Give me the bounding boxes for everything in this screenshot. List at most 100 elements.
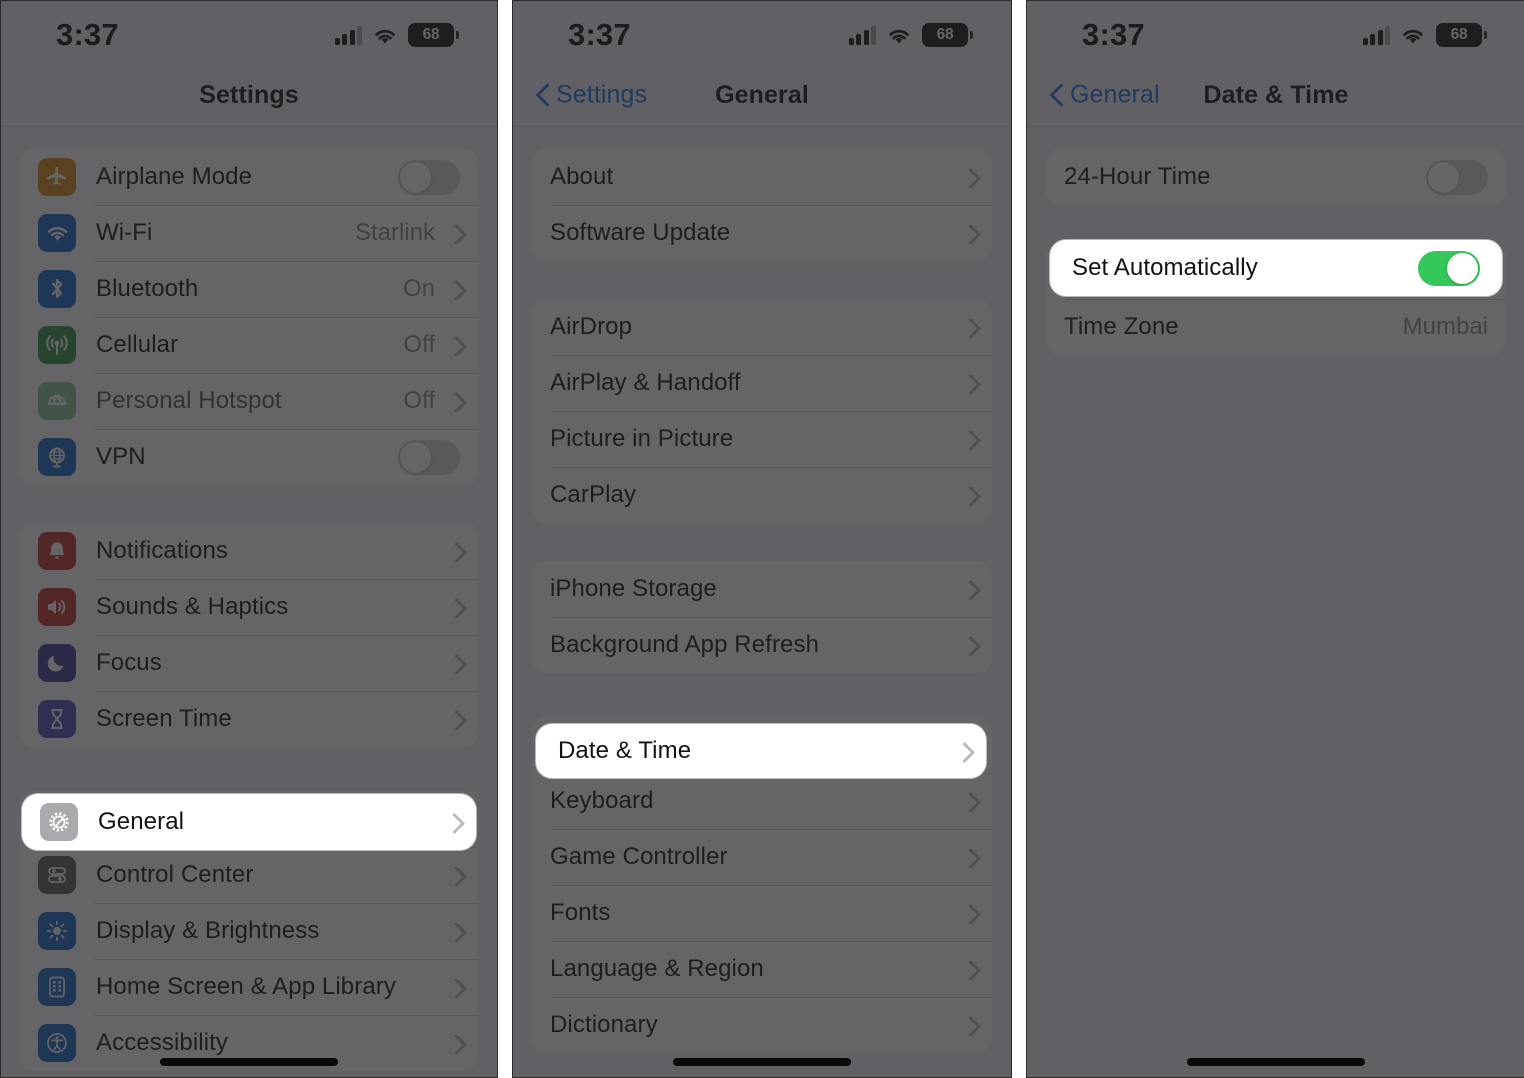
three-panel-screenshot: 3:37 68 Settings Airplane Mode Wi-Fi Sta… <box>0 0 1524 1078</box>
speaker-icon <box>38 588 76 626</box>
row-value: Off <box>403 387 435 414</box>
row-label: Sounds & Haptics <box>96 593 289 620</box>
list-item-iphone-storage[interactable]: iPhone Storage <box>532 561 992 617</box>
status-bar-icons: 68 <box>334 17 459 47</box>
chevron-right-icon <box>449 1034 460 1053</box>
chevron-right-icon <box>963 168 974 187</box>
gear-icon <box>40 803 78 841</box>
row-label: Time Zone <box>1064 313 1179 340</box>
status-bar-icons: 68 <box>848 17 973 47</box>
sidebar-item-control-center[interactable]: Control Center <box>20 847 478 903</box>
sidebar-item-personal-hotspot[interactable]: Personal Hotspot Off <box>20 373 478 429</box>
nav-bar: Settings General <box>512 64 1012 126</box>
bluetooth-icon <box>38 270 76 308</box>
general-group-storage: iPhone Storage Background App Refresh <box>532 561 992 673</box>
sidebar-item-focus[interactable]: Focus <box>20 635 478 691</box>
home-indicator <box>673 1058 851 1066</box>
battery-icon: 68 <box>1436 23 1487 47</box>
list-item-about[interactable]: About <box>532 149 992 205</box>
status-bar: 3:37 68 <box>1026 0 1524 64</box>
sidebar-item-notifications[interactable]: Notifications <box>20 523 478 579</box>
sidebar-item-display-brightness[interactable]: Display & Brightness <box>20 903 478 959</box>
sidebar-item-wifi[interactable]: Wi-Fi Starlink <box>20 205 478 261</box>
row-label: Notifications <box>96 537 229 564</box>
panel-settings: 3:37 68 Settings Airplane Mode Wi-Fi Sta… <box>0 0 498 1078</box>
highlight-card-set-automatically[interactable]: Set Automatically <box>1050 240 1502 296</box>
row-label: Airplane Mode <box>96 163 253 190</box>
row-label: AirDrop <box>550 313 633 340</box>
list-item-carplay[interactable]: CarPlay <box>532 467 992 523</box>
list-item-time-zone[interactable]: Time Zone Mumbai <box>1046 299 1506 355</box>
set-automatically-toggle-highlighted[interactable] <box>1418 250 1480 286</box>
brightness-icon <box>38 912 76 950</box>
row-label: Focus <box>96 649 162 676</box>
home-indicator <box>1187 1058 1365 1066</box>
status-bar: 3:37 68 <box>512 0 1012 64</box>
list-item-airdrop[interactable]: AirDrop <box>532 299 992 355</box>
status-bar-icons: 68 <box>1362 17 1487 47</box>
list-item-background-app-refresh[interactable]: Background App Refresh <box>532 617 992 673</box>
row-value: Starlink <box>354 219 435 246</box>
row-label: Bluetooth <box>96 275 199 302</box>
chevron-right-icon <box>449 922 460 941</box>
row-label: Language & Region <box>550 955 764 982</box>
general-list[interactable]: About Software Update AirDrop AirPlay & … <box>512 127 1012 1053</box>
sidebar-item-airplane-mode[interactable]: Airplane Mode <box>20 149 478 205</box>
sidebar-item-screen-time[interactable]: Screen Time <box>20 691 478 747</box>
chevron-right-icon <box>963 960 974 979</box>
vpn-toggle[interactable] <box>398 439 460 475</box>
row-label: Personal Hotspot <box>96 387 282 414</box>
home-screen-icon <box>38 968 76 1006</box>
chevron-right-icon <box>449 978 460 997</box>
sidebar-item-cellular[interactable]: Cellular Off <box>20 317 478 373</box>
row-label: Software Update <box>550 219 731 246</box>
list-item-software-update[interactable]: Software Update <box>532 205 992 261</box>
row-label: Fonts <box>550 899 611 926</box>
wifi-icon <box>886 26 912 45</box>
back-button-settings[interactable]: Settings <box>536 81 647 110</box>
sidebar-item-home-screen[interactable]: Home Screen & App Library <box>20 959 478 1015</box>
row-value: Off <box>403 331 435 358</box>
row-label: 24-Hour Time <box>1064 163 1211 190</box>
list-item-picture-in-picture[interactable]: Picture in Picture <box>532 411 992 467</box>
24-hour-time-toggle[interactable] <box>1426 159 1488 195</box>
chevron-left-icon <box>1050 84 1063 107</box>
row-label: Home Screen & App Library <box>96 973 396 1000</box>
list-item-airplay-handoff[interactable]: AirPlay & Handoff <box>532 355 992 411</box>
chevron-right-icon <box>963 580 974 599</box>
page-title: Date & Time <box>1203 80 1349 109</box>
nav-bar: Settings <box>0 64 498 126</box>
sidebar-item-vpn[interactable]: VPN <box>20 429 478 485</box>
sidebar-item-sounds-haptics[interactable]: Sounds & Haptics <box>20 579 478 635</box>
chevron-right-icon <box>963 374 974 393</box>
airplane-mode-toggle[interactable] <box>398 159 460 195</box>
row-label: Dictionary <box>550 1011 658 1038</box>
row-label: Cellular <box>96 331 179 358</box>
chevron-right-icon <box>449 542 460 561</box>
list-item-fonts[interactable]: Fonts <box>532 885 992 941</box>
cellular-bars-icon <box>334 25 362 45</box>
panel-date-time: 3:37 68 General Date & Time 24-Hour Time <box>1026 0 1524 1078</box>
sidebar-item-bluetooth[interactable]: Bluetooth On <box>20 261 478 317</box>
chevron-right-icon <box>449 280 460 299</box>
highlight-card-date-time[interactable]: Date & Time <box>536 724 986 778</box>
hotspot-icon <box>38 382 76 420</box>
chevron-right-icon <box>449 654 460 673</box>
list-item-game-controller[interactable]: Game Controller <box>532 829 992 885</box>
list-item-24-hour-time[interactable]: 24-Hour Time <box>1046 149 1506 205</box>
home-indicator <box>160 1058 338 1066</box>
highlight-card-general[interactable]: General <box>22 794 476 850</box>
settings-list[interactable]: Airplane Mode Wi-Fi Starlink Bluetooth O… <box>0 127 498 1071</box>
back-button-general[interactable]: General <box>1050 81 1160 110</box>
chevron-right-icon <box>449 336 460 355</box>
date-time-group-format: 24-Hour Time <box>1046 149 1506 205</box>
battery-icon: 68 <box>922 23 973 47</box>
row-label: Background App Refresh <box>550 631 820 658</box>
status-bar-time: 3:37 <box>1082 17 1145 52</box>
list-item-language-region[interactable]: Language & Region <box>532 941 992 997</box>
list-item-keyboard[interactable]: Keyboard <box>532 773 992 829</box>
list-item-dictionary[interactable]: Dictionary <box>532 997 992 1053</box>
wifi-icon <box>38 214 76 252</box>
control-center-icon <box>38 856 76 894</box>
general-group-sharing: AirDrop AirPlay & Handoff Picture in Pic… <box>532 299 992 523</box>
